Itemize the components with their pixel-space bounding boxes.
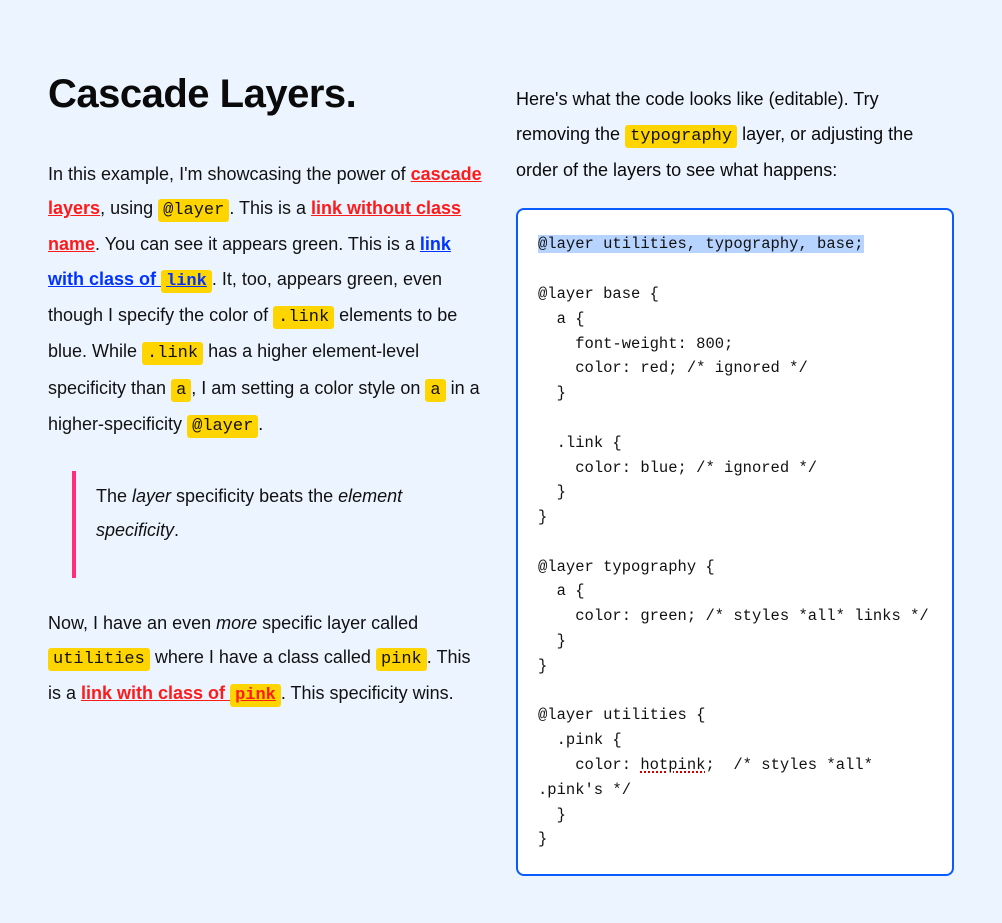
em-more: more xyxy=(216,613,257,633)
code-line: @layer typography { xyxy=(538,558,715,576)
text: . You can see it appears green. This is … xyxy=(95,234,420,254)
code-line: } xyxy=(538,483,566,501)
code-line: a { xyxy=(538,310,585,328)
text: . This is a xyxy=(229,198,311,218)
intro-paragraph: Here's what the code looks like (editabl… xyxy=(516,82,954,188)
code-at-layer: @layer xyxy=(187,415,258,438)
text: The xyxy=(96,486,132,506)
selected-line: @layer utilities, typography, base; xyxy=(538,235,864,253)
code-editor[interactable]: @layer utilities, typography, base; @lay… xyxy=(516,208,954,876)
paragraph-2: Now, I have an even more specific layer … xyxy=(48,606,486,713)
code-dot-link: .link xyxy=(142,342,203,365)
code-utilities: utilities xyxy=(48,648,150,671)
prose-block: In this example, I'm showcasing the powe… xyxy=(48,157,486,712)
code-line: color: blue; /* ignored */ xyxy=(538,459,817,477)
code-pink: pink xyxy=(376,648,427,671)
em-layer: layer xyxy=(132,486,171,506)
spellcheck-hotpink: hotpink xyxy=(640,756,705,774)
left-column: Cascade Layers. In this example, I'm sho… xyxy=(48,72,486,876)
link-text: link with class of xyxy=(81,683,230,703)
code-line: } xyxy=(538,657,547,675)
code-line: color: red; /* ignored */ xyxy=(538,359,808,377)
page-title: Cascade Layers. xyxy=(48,72,486,117)
text: , using xyxy=(100,198,158,218)
code-line: .pink { xyxy=(538,731,622,749)
code-line: } xyxy=(538,632,566,650)
text: Now, I have an even xyxy=(48,613,216,633)
blockquote-text: The layer specificity beats the element … xyxy=(96,479,486,547)
right-column: Here's what the code looks like (editabl… xyxy=(516,72,954,876)
page: Cascade Layers. In this example, I'm sho… xyxy=(0,0,1002,923)
code-line: a { xyxy=(538,582,585,600)
code-line: color: green; /* styles *all* links */ xyxy=(538,607,929,625)
code-pink-in-link: pink xyxy=(230,684,281,707)
text: In this example, I'm showcasing the powe… xyxy=(48,164,411,184)
link-with-class-pink[interactable]: link with class of pink xyxy=(81,683,281,703)
text: . xyxy=(174,520,179,540)
code-line: } xyxy=(538,508,547,526)
code-dot-link: .link xyxy=(273,306,334,329)
text: where I have a class called xyxy=(150,647,376,667)
code-line: } xyxy=(538,830,547,848)
code-a: a xyxy=(171,379,191,402)
text: . xyxy=(258,414,263,434)
code-line: font-weight: 800; xyxy=(538,335,733,353)
code-line: @layer utilities { xyxy=(538,706,705,724)
code-at-layer: @layer xyxy=(158,199,229,222)
text: , I am setting a color style on xyxy=(191,378,425,398)
paragraph-1: In this example, I'm showcasing the powe… xyxy=(48,157,486,443)
code-a: a xyxy=(425,379,445,402)
code-line: } xyxy=(538,806,566,824)
text: specificity beats the xyxy=(171,486,338,506)
blockquote: The layer specificity beats the element … xyxy=(72,471,486,577)
code-line: color: hotpink; /* styles *all* .pink's … xyxy=(538,756,882,799)
code-line: .link { xyxy=(538,434,622,452)
code-typography: typography xyxy=(625,125,737,148)
code-line: } xyxy=(538,384,566,402)
code-link-in-link: link xyxy=(161,270,212,293)
text: . This specificity wins. xyxy=(281,683,454,703)
code-line: @layer base { xyxy=(538,285,659,303)
text: specific layer called xyxy=(257,613,418,633)
